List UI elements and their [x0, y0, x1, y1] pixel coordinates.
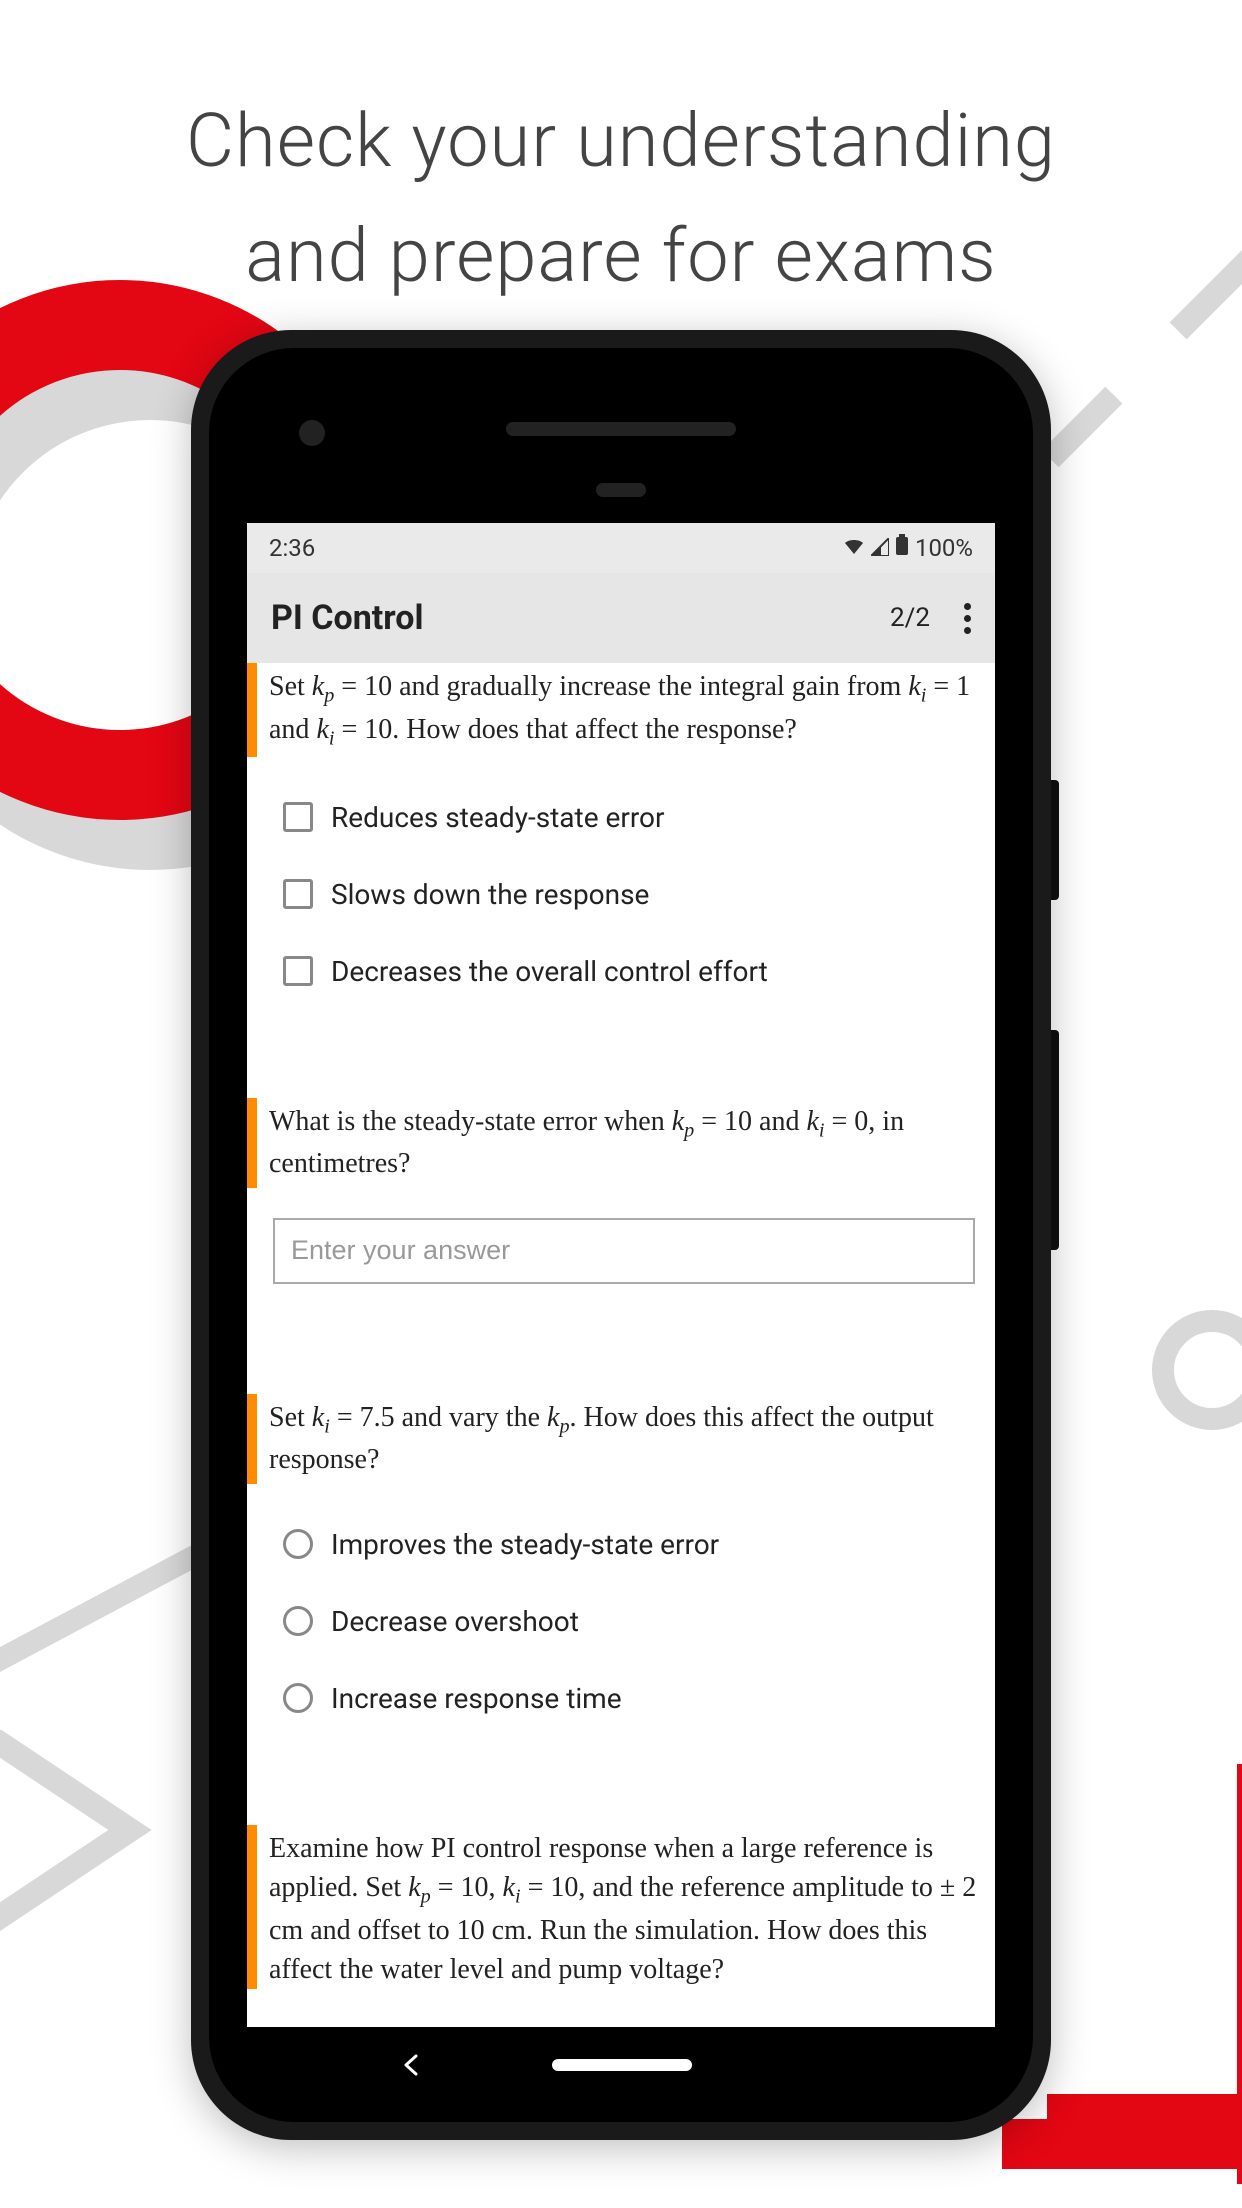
back-icon[interactable]	[401, 2045, 423, 2085]
radio-option[interactable]: Increase response time	[283, 1682, 995, 1715]
bg-decor-dash	[1042, 387, 1123, 468]
answer-input[interactable]	[291, 1235, 957, 1266]
options-list: Improves the steady-state error Decrease…	[247, 1528, 995, 1715]
heading-line-2: and prepare for exams	[245, 213, 996, 300]
option-label: Increase response time	[331, 1682, 622, 1715]
heading-line-1: Check your understanding	[186, 98, 1056, 185]
home-pill[interactable]	[552, 2059, 692, 2071]
checkbox-option[interactable]: Slows down the response	[283, 878, 995, 911]
option-label: Improves the steady-state error	[331, 1528, 719, 1561]
marketing-heading: Check your understanding and prepare for…	[0, 85, 1242, 314]
option-label: Slows down the response	[331, 878, 649, 911]
status-bar: 2:36 100%	[247, 523, 995, 573]
phone-frame: 2:36 100% PI Control	[191, 330, 1051, 2140]
wifi-icon	[843, 534, 865, 562]
checkbox-icon[interactable]	[283, 956, 313, 986]
radio-icon[interactable]	[283, 1683, 313, 1713]
radio-option[interactable]: Decrease overshoot	[283, 1605, 995, 1638]
phone-screen: 2:36 100% PI Control	[247, 523, 995, 2027]
question-block: Examine how PI control response when a l…	[247, 1825, 995, 1989]
android-nav-bar	[247, 2037, 995, 2092]
question-prompt: What is the steady-state error when kp =…	[247, 1098, 995, 1188]
phone-bezel: 2:36 100% PI Control	[209, 348, 1033, 2122]
app-bar: PI Control 2/2	[247, 573, 995, 663]
checkbox-icon[interactable]	[283, 879, 313, 909]
phone-camera	[299, 420, 325, 446]
option-label: Decrease overshoot	[331, 1605, 579, 1638]
battery-icon	[895, 534, 909, 562]
page-counter: 2/2	[890, 603, 930, 633]
question-block: Set ki = 7.5 and vary the kp. How does t…	[247, 1394, 995, 1715]
radio-icon[interactable]	[283, 1529, 313, 1559]
question-prompt: Set ki = 7.5 and vary the kp. How does t…	[247, 1394, 995, 1484]
question-prompt: Set kp = 10 and gradually increase the i…	[247, 663, 995, 757]
phone-side-button	[1051, 1030, 1059, 1250]
bg-decor-arrow	[0, 1730, 220, 1954]
status-right: 100%	[843, 534, 973, 562]
checkbox-option[interactable]: Reduces steady-state error	[283, 801, 995, 834]
question-block: Set kp = 10 and gradually increase the i…	[247, 663, 995, 988]
phone-sensor	[596, 483, 646, 497]
option-label: Decreases the overall control effort	[331, 955, 768, 988]
phone-speaker	[506, 422, 736, 436]
question-block: What is the steady-state error when kp =…	[247, 1098, 995, 1284]
option-label: Reduces steady-state error	[331, 801, 665, 834]
radio-icon[interactable]	[283, 1606, 313, 1636]
bg-decor-ring	[1152, 1310, 1242, 1430]
options-list: Reduces steady-state error Slows down th…	[247, 801, 995, 988]
checkbox-icon[interactable]	[283, 802, 313, 832]
question-prompt: Examine how PI control response when a l…	[247, 1825, 995, 1989]
signal-icon	[871, 534, 889, 562]
answer-input-wrapper[interactable]	[273, 1218, 975, 1284]
checkbox-option[interactable]: Decreases the overall control effort	[283, 955, 995, 988]
radio-option[interactable]: Improves the steady-state error	[283, 1528, 995, 1561]
app-title: PI Control	[271, 598, 423, 638]
quiz-content[interactable]: Set kp = 10 and gradually increase the i…	[247, 663, 995, 2027]
more-icon[interactable]	[964, 603, 971, 634]
phone-side-button	[1051, 780, 1059, 900]
status-time: 2:36	[269, 534, 315, 562]
battery-percent: 100%	[915, 534, 973, 562]
